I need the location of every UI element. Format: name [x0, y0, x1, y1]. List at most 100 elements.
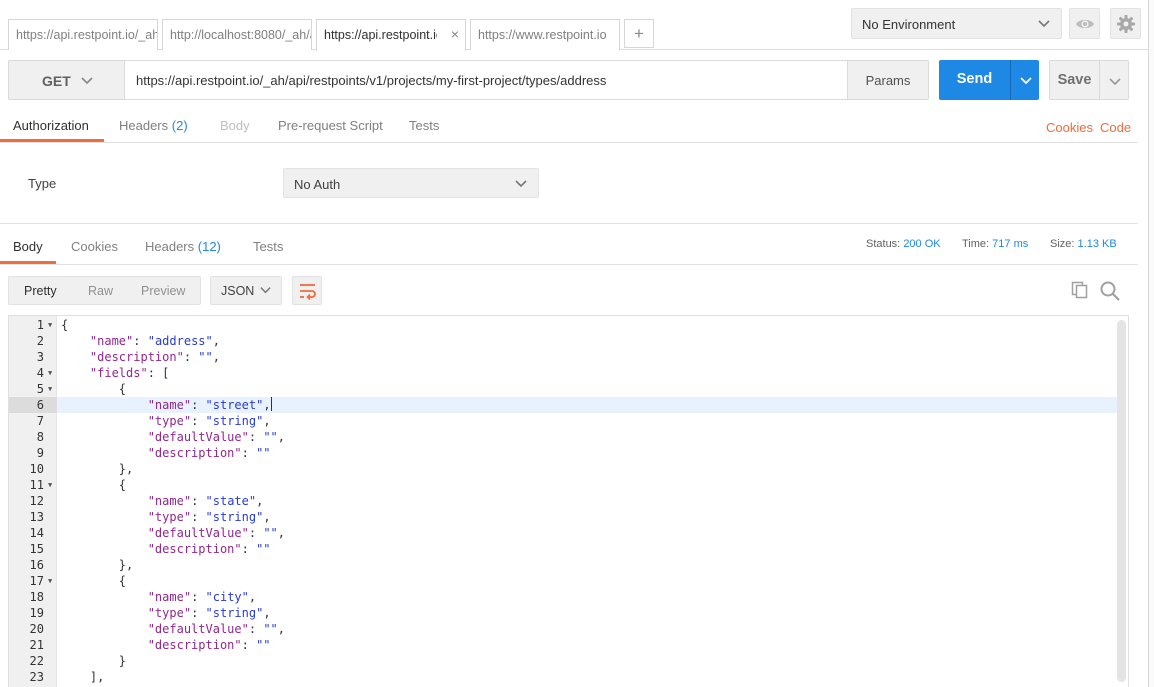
tab-tests[interactable]: Tests — [409, 118, 439, 133]
editor-scrollbar[interactable] — [1117, 320, 1126, 682]
code-text: "description": "", — [89, 350, 220, 364]
tab-response-cookies[interactable]: Cookies — [71, 239, 118, 254]
line-number: 15 — [29, 542, 44, 556]
wrap-lines-icon — [300, 284, 316, 300]
code-line: 20 "defaultValue": "", — [9, 621, 1118, 637]
code-text: "name": "state", — [147, 494, 264, 508]
url-value: https://api.restpoint.io/_ah/api/restpoi… — [136, 73, 607, 88]
url-input[interactable]: https://api.restpoint.io/_ah/api/restpoi… — [124, 60, 848, 100]
tab-prerequest-script[interactable]: Pre-request Script — [278, 118, 383, 133]
fold-toggle-icon[interactable]: ▼ — [48, 317, 52, 333]
tab-response-tests[interactable]: Tests — [253, 239, 283, 254]
request-tab-label: https://api.restpoint.io — [324, 28, 437, 42]
code-text: "fields": [ — [89, 366, 170, 380]
request-tab-4[interactable]: https://www.restpoint.io — [470, 19, 620, 50]
send-button[interactable]: Send — [939, 60, 1010, 100]
request-tabs: Authorization Headers (2) Body Pre-reque… — [0, 108, 1138, 143]
request-tab-2[interactable]: http://localhost:8080/_ah/ap — [162, 19, 312, 50]
code-text: "name": "address", — [89, 334, 220, 348]
auth-type-select[interactable]: No Auth — [283, 168, 539, 198]
line-number: 6 — [9, 397, 57, 413]
code-text: "description": "" — [147, 446, 271, 460]
response-headers-count-badge: (12) — [197, 239, 221, 254]
code-line: 23 ], — [9, 669, 1118, 685]
fold-toggle-icon[interactable]: ▼ — [48, 381, 52, 397]
code-text: { — [118, 382, 127, 396]
request-tab-1[interactable]: https://api.restpoint.io/_ah/ — [8, 19, 158, 50]
search-icon[interactable] — [1099, 280, 1121, 305]
response-tabs: Body Cookies Headers (12) Tests Status: … — [0, 226, 1138, 265]
copy-icon[interactable] — [1070, 280, 1090, 303]
response-body-editor[interactable]: 1 ▼{2 "name": "address", 3 "description": … — [8, 315, 1129, 687]
code-link[interactable]: Code — [1100, 120, 1131, 135]
format-select[interactable]: JSON — [210, 276, 282, 305]
code-text: }, — [118, 462, 134, 476]
tab-headers[interactable]: Headers (2) — [119, 118, 188, 133]
code-line: 21 "description": "" — [9, 637, 1118, 653]
cookies-link[interactable]: Cookies — [1046, 120, 1093, 135]
code-line: 3 "description": "", — [9, 349, 1118, 365]
line-number: 16 — [29, 558, 44, 572]
code-text: "description": "" — [147, 638, 271, 652]
tab-authorization[interactable]: Authorization — [13, 118, 89, 133]
preview-button[interactable]: Preview — [141, 284, 185, 298]
request-tab-label: https://www.restpoint.io — [478, 28, 607, 42]
text-cursor — [270, 397, 272, 411]
code-line: 4 ▼ "fields": [ — [9, 365, 1118, 381]
auth-type-label: Type — [28, 176, 57, 191]
save-options-button[interactable] — [1099, 60, 1129, 100]
request-tab-label: http://localhost:8080/_ah/ap — [170, 28, 312, 42]
fold-toggle-icon[interactable]: ▼ — [48, 477, 52, 493]
method-select[interactable]: GET — [8, 60, 125, 100]
save-button[interactable]: Save — [1049, 60, 1100, 100]
response-time: Time: 717 ms — [962, 238, 1028, 250]
code-text: "defaultValue": "", — [147, 430, 285, 444]
pretty-button[interactable]: Pretty — [24, 284, 57, 298]
gear-icon — [1117, 15, 1135, 33]
new-tab-button[interactable]: + — [624, 19, 654, 48]
code-line: 12 "name": "state", — [9, 493, 1118, 509]
send-options-button[interactable] — [1010, 60, 1039, 100]
code-text: "type": "string", — [147, 414, 271, 428]
line-number: 9 — [36, 446, 44, 460]
chevron-down-icon — [1037, 16, 1051, 33]
raw-button[interactable]: Raw — [88, 284, 113, 298]
code-line: 10 }, — [9, 461, 1118, 477]
code-text: "defaultValue": "", — [147, 526, 285, 540]
line-number: 13 — [29, 510, 44, 524]
code-line: 2 "name": "address", — [9, 333, 1118, 349]
code-line: 15 "description": "" — [9, 541, 1118, 557]
tab-response-body[interactable]: Body — [13, 239, 43, 254]
code-text: "type": "string", — [147, 510, 271, 524]
request-tab-3-active[interactable]: https://api.restpoint.io × — [316, 19, 466, 51]
code-text: } — [118, 654, 127, 668]
wrap-lines-button[interactable] — [292, 276, 322, 305]
tab-bar: https://api.restpoint.io/_ah/ http://loc… — [0, 0, 1154, 51]
settings-button[interactable] — [1110, 8, 1141, 39]
code-text: { — [118, 574, 127, 588]
close-icon[interactable]: × — [451, 26, 459, 42]
code-text: "name": "street", — [147, 397, 272, 412]
fold-toggle-icon[interactable]: ▼ — [48, 365, 52, 381]
active-tab-indicator — [0, 139, 104, 142]
code-line: 19 "type": "string", — [9, 605, 1118, 621]
tab-headers-label: Headers — [119, 118, 169, 133]
line-number: 12 — [29, 494, 44, 508]
tab-body[interactable]: Body — [220, 118, 250, 133]
line-number: 3 — [36, 350, 44, 364]
code-text: { — [118, 478, 127, 492]
method-value: GET — [42, 73, 71, 89]
params-button[interactable]: Params — [847, 60, 929, 100]
environment-select[interactable]: No Environment — [851, 8, 1062, 39]
postman-window: https://api.restpoint.io/_ah/ http://loc… — [0, 0, 1154, 687]
chevron-down-icon — [514, 176, 528, 193]
environment-selected: No Environment — [862, 17, 956, 32]
status-label: Status: — [866, 238, 901, 250]
code-line: 8 "defaultValue": "", — [9, 429, 1118, 445]
quick-look-button[interactable] — [1069, 8, 1100, 39]
tab-response-headers[interactable]: Headers (12) — [145, 239, 221, 254]
code-text: "type": "string", — [147, 606, 271, 620]
active-response-tab-indicator — [0, 261, 56, 264]
code-text: { — [61, 318, 69, 332]
fold-toggle-icon[interactable]: ▼ — [48, 573, 52, 589]
